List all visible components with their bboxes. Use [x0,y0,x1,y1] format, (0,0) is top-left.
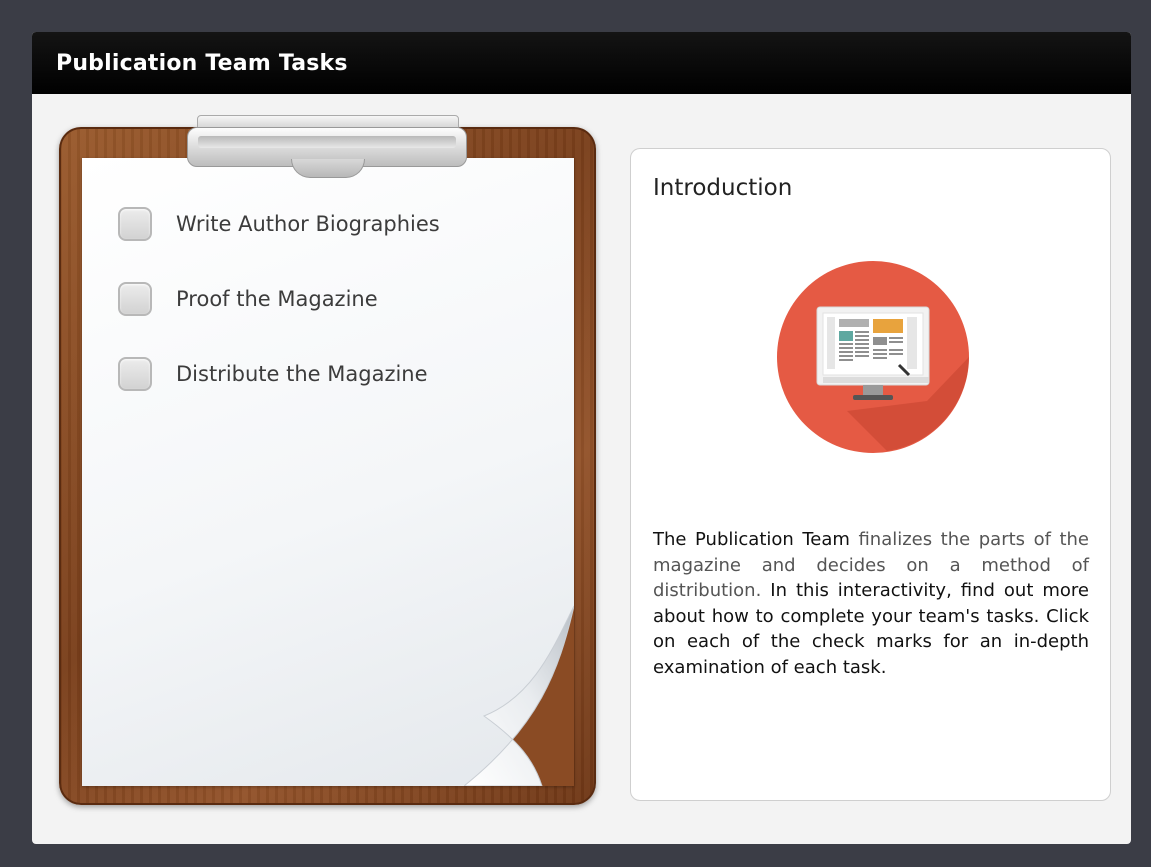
task-paper: Write Author Biographies Proof the Magaz… [82,158,574,786]
clipboard: Write Author Biographies Proof the Magaz… [59,115,596,805]
window-title: Publication Team Tasks [56,50,348,76]
task-checkbox[interactable] [118,207,152,241]
monitor-layout-icon [777,261,969,453]
page-curl-icon [464,605,574,786]
task-label: Write Author Biographies [176,212,440,236]
clipboard-clip [187,115,467,185]
task-item-proof-the-magazine[interactable]: Proof the Magazine [118,282,378,316]
introduction-text: The Publication Team finalizes the parts… [653,527,1089,680]
task-item-distribute-the-magazine[interactable]: Distribute the Magazine [118,357,428,391]
task-checkbox[interactable] [118,357,152,391]
introduction-panel: Introduction The Publication Team finali… [630,148,1111,801]
app-window: Publication Team Tasks Write Author Biog… [32,32,1131,844]
intro-bold-text: The Publication Team [653,529,850,550]
task-label: Proof the Magazine [176,287,378,311]
introduction-title: Introduction [653,175,793,201]
title-bar: Publication Team Tasks [32,32,1131,94]
task-label: Distribute the Magazine [176,362,428,386]
task-checkbox[interactable] [118,282,152,316]
task-item-write-author-biographies[interactable]: Write Author Biographies [118,207,440,241]
